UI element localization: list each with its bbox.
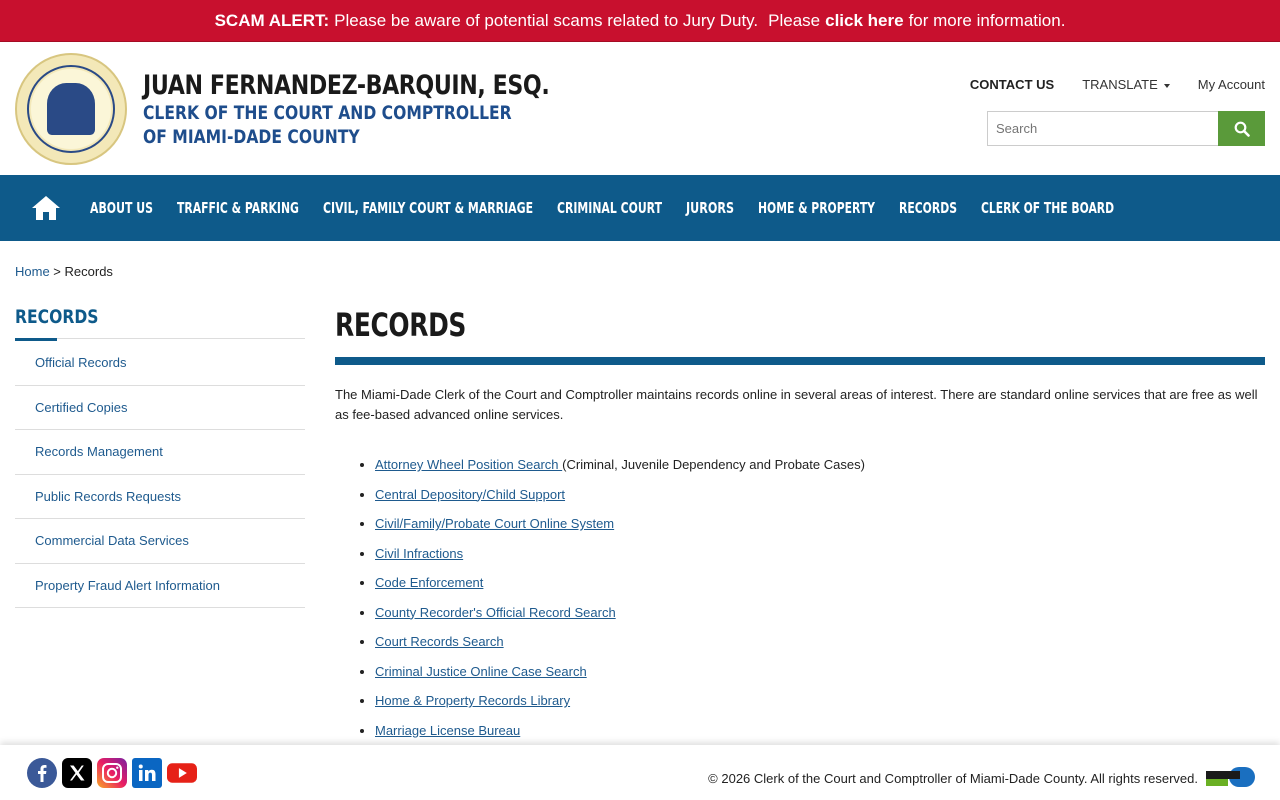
link-note: (Criminal, Juvenile Dependency and Proba…: [562, 457, 865, 472]
alert-text-3: for more information.: [908, 10, 1066, 30]
alert-click-here-link[interactable]: click here: [825, 11, 903, 30]
records-link[interactable]: Marriage License Bureau: [375, 723, 520, 738]
breadcrumb-home-link[interactable]: Home: [15, 264, 50, 279]
sidebar-divider: [15, 338, 305, 341]
list-item: County Recorder's Official Record Search: [375, 598, 1265, 628]
records-link[interactable]: Criminal Justice Online Case Search: [375, 664, 587, 679]
clerk-name: JUAN FERNANDEZ-BARQUIN, ESQ.: [143, 70, 550, 101]
nav-traffic-parking[interactable]: TRAFFIC & PARKING: [177, 199, 299, 217]
records-link-list: Attorney Wheel Position Search (Criminal…: [335, 450, 1265, 745]
title-rule: [335, 357, 1265, 365]
list-item: Home & Property Records Library: [375, 686, 1265, 716]
nav-home-property[interactable]: HOME & PROPERTY: [758, 199, 875, 217]
breadcrumb-current: Records: [64, 264, 113, 279]
list-item: Civil/Family/Probate Court Online System: [375, 509, 1265, 539]
site-footer: © 2026 Clerk of the Court and Comptrolle…: [0, 745, 1280, 800]
my-account-link[interactable]: My Account: [1198, 77, 1265, 92]
nav-records[interactable]: RECORDS: [899, 199, 957, 217]
site-brand[interactable]: JUAN FERNANDEZ-BARQUIN, ESQ. CLERK OF TH…: [143, 70, 639, 149]
intro-paragraph: The Miami-Dade Clerk of the Court and Co…: [335, 387, 1258, 422]
list-item: Code Enforcement: [375, 568, 1265, 598]
social-links: [27, 758, 197, 788]
nav-criminal-court[interactable]: CRIMINAL COURT: [557, 199, 662, 217]
sidebar-item-official-records[interactable]: Official Records: [15, 341, 305, 386]
translate-label: TRANSLATE: [1082, 77, 1158, 92]
list-item: Court Records Search: [375, 627, 1265, 657]
nav-jurors[interactable]: JURORS: [686, 199, 734, 217]
breadcrumb-separator: >: [49, 264, 65, 279]
scam-alert-banner: SCAM ALERT: Please be aware of potential …: [0, 0, 1280, 42]
main-nav: ABOUT US TRAFFIC & PARKING CIVIL, FAMILY…: [0, 175, 1280, 241]
sidebar-title: RECORDS: [15, 306, 99, 328]
records-link[interactable]: Civil/Family/Probate Court Online System: [375, 516, 614, 531]
alert-text-2: Please: [768, 10, 821, 30]
search-button[interactable]: [1218, 111, 1265, 146]
sidebar-item-public-records-requests[interactable]: Public Records Requests: [15, 475, 305, 519]
records-link[interactable]: Code Enforcement: [375, 575, 483, 590]
list-item: Attorney Wheel Position Search (Criminal…: [375, 450, 1265, 480]
records-link[interactable]: Court Records Search: [375, 634, 504, 649]
search-box: [987, 111, 1265, 146]
sidebar-item-property-fraud-alert[interactable]: Property Fraud Alert Information: [15, 564, 305, 608]
list-item: Civil Infractions: [375, 539, 1265, 569]
records-link[interactable]: Civil Infractions: [375, 546, 463, 561]
search-input[interactable]: [987, 111, 1218, 146]
caret-down-icon: [1163, 83, 1170, 88]
linkedin-icon[interactable]: [132, 758, 162, 788]
sidebar: RECORDS Official Records Certified Copie…: [15, 306, 305, 608]
records-link[interactable]: Central Depository/Child Support: [375, 487, 565, 502]
contact-us-link[interactable]: CONTACT US: [970, 77, 1054, 92]
miami-dade-county-logo[interactable]: [1205, 766, 1255, 788]
list-item: Criminal Justice Online Case Search: [375, 657, 1265, 687]
nav-clerk-of-the-board[interactable]: CLERK OF THE BOARD: [981, 199, 1114, 217]
nav-about-us[interactable]: ABOUT US: [90, 199, 153, 217]
instagram-icon[interactable]: [97, 758, 127, 788]
alert-label: SCAM ALERT:: [214, 10, 330, 30]
page-title: RECORDS: [335, 306, 466, 344]
nav-civil-family-court-marriage[interactable]: CIVIL, FAMILY COURT & MARRIAGE: [323, 199, 533, 217]
records-link[interactable]: Attorney Wheel Position Search: [375, 457, 562, 472]
list-item: Central Depository/Child Support: [375, 480, 1265, 510]
translate-dropdown[interactable]: TRANSLATE: [1082, 77, 1170, 92]
clerk-title-line2: OF MIAMI-DADE COUNTY: [143, 126, 360, 148]
clerk-seal-logo[interactable]: [15, 53, 127, 165]
alert-text: Please be aware of potential scams relat…: [334, 10, 759, 30]
sidebar-item-records-management[interactable]: Records Management: [15, 430, 305, 475]
records-link[interactable]: Home & Property Records Library: [375, 693, 570, 708]
youtube-icon[interactable]: [167, 758, 197, 788]
facebook-icon[interactable]: [27, 758, 57, 788]
utility-nav: CONTACT US TRANSLATE My Account: [970, 77, 1265, 92]
x-twitter-icon[interactable]: [62, 758, 92, 788]
list-item: Marriage License Bureau: [375, 716, 1265, 746]
clerk-title-line1: CLERK OF THE COURT AND COMPTROLLER: [143, 102, 512, 124]
search-icon: [1234, 121, 1250, 137]
breadcrumb: Home > Records: [15, 264, 113, 279]
home-icon[interactable]: [30, 193, 62, 223]
sidebar-item-certified-copies[interactable]: Certified Copies: [15, 386, 305, 430]
site-header: JUAN FERNANDEZ-BARQUIN, ESQ. CLERK OF TH…: [0, 42, 1280, 175]
sidebar-item-commercial-data-services[interactable]: Commercial Data Services: [15, 519, 305, 564]
copyright-text: © 2026 Clerk of the Court and Comptrolle…: [708, 771, 1198, 786]
main-content: RECORDS The Miami-Dade Clerk of the Cour…: [335, 306, 1265, 745]
records-link[interactable]: County Recorder's Official Record Search: [375, 605, 616, 620]
